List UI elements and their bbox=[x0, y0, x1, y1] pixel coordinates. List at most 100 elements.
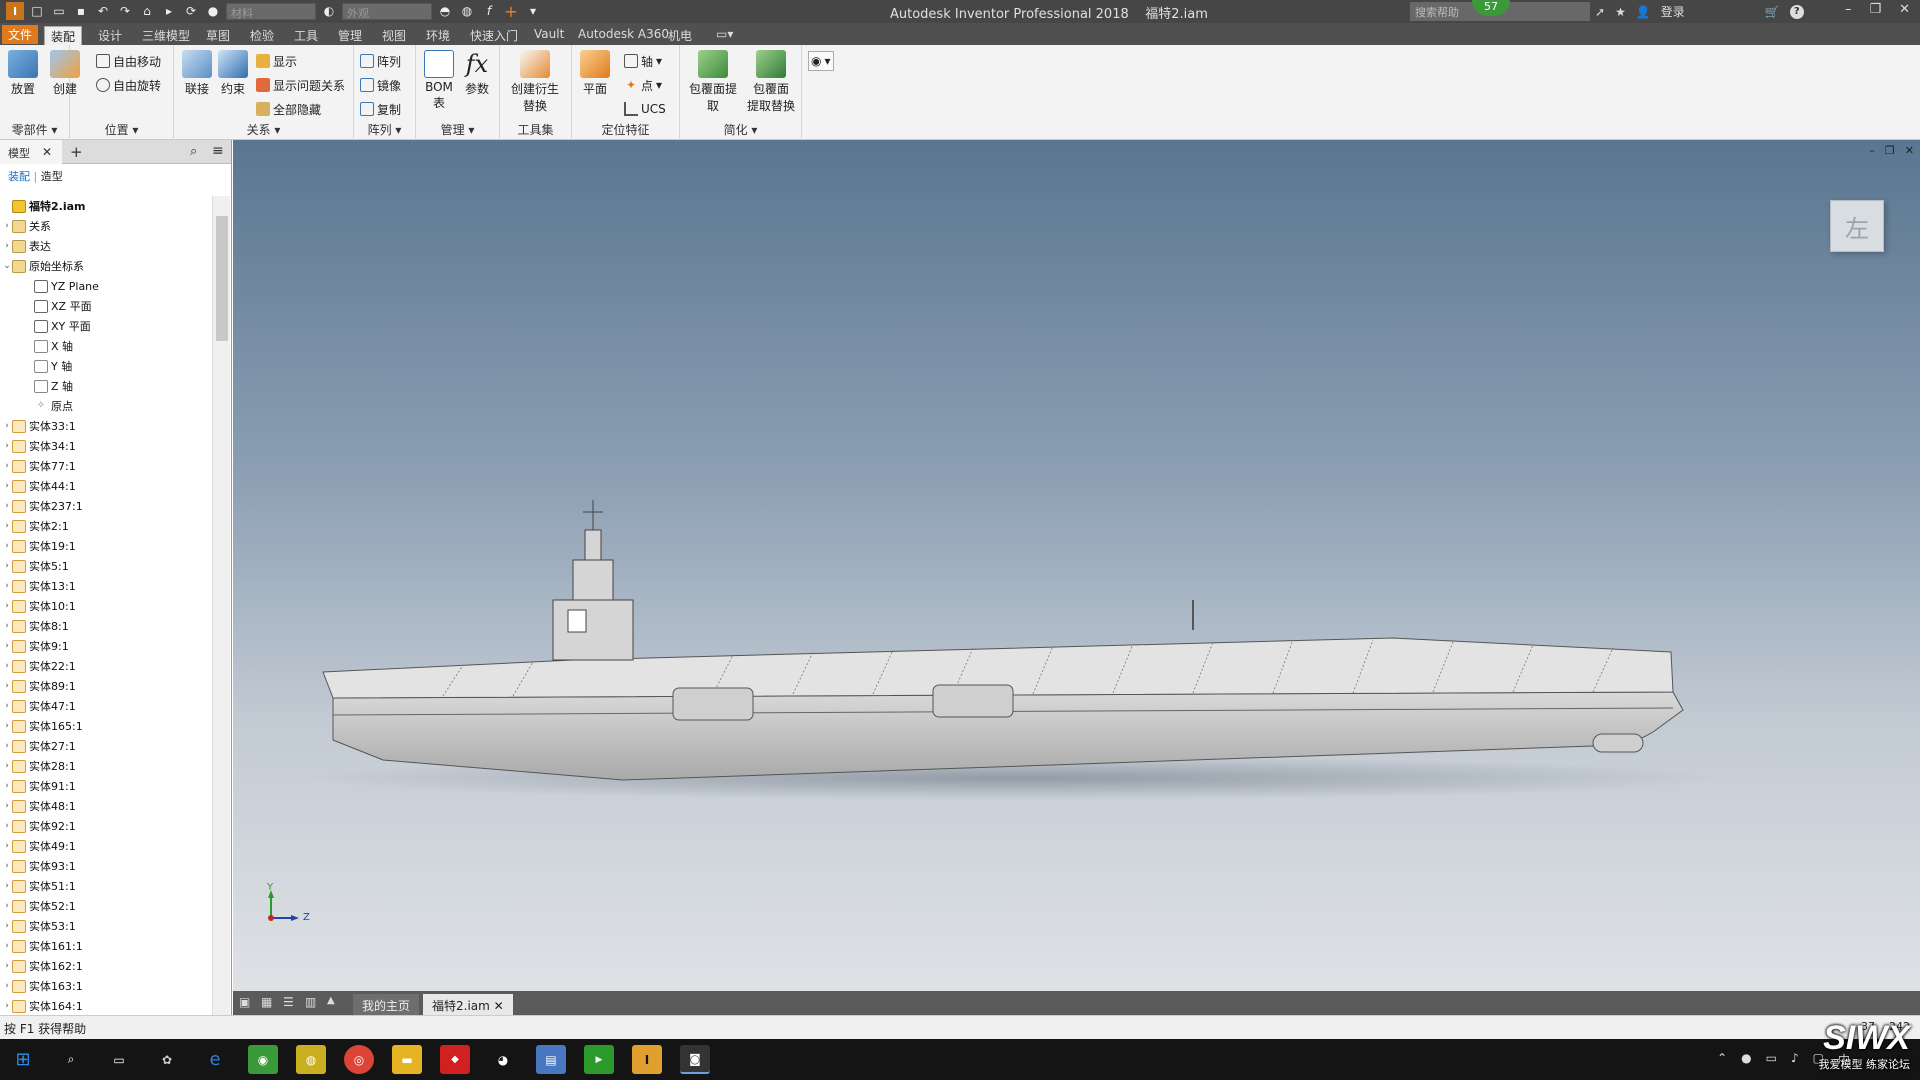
point-button[interactable]: ✦ 点 ▾ bbox=[624, 75, 662, 95]
expand-icon[interactable]: › bbox=[2, 921, 12, 931]
material-dropdown[interactable]: 材料 bbox=[226, 2, 316, 20]
yellow-app-icon[interactable]: ◍ bbox=[296, 1045, 326, 1074]
expand-icon[interactable]: › bbox=[2, 741, 12, 751]
expand-icon[interactable]: › bbox=[2, 1001, 12, 1011]
expand-icon[interactable]: › bbox=[2, 241, 12, 251]
tree-node[interactable]: › 实体77:1 bbox=[0, 456, 212, 476]
pinwheel-app-icon[interactable]: ✿ bbox=[152, 1045, 182, 1074]
tree-node[interactable]: Y 轴 bbox=[0, 356, 212, 376]
plane-button[interactable]: 平面 bbox=[576, 50, 614, 97]
viewcube[interactable]: 左 bbox=[1830, 200, 1884, 252]
constrain-button[interactable]: 约束 bbox=[214, 50, 252, 97]
expand-icon[interactable]: › bbox=[2, 581, 12, 591]
tab-home[interactable]: 我的主页 bbox=[353, 994, 420, 1015]
expand-icon[interactable]: › bbox=[2, 761, 12, 771]
tree-node[interactable]: › 实体165:1 bbox=[0, 716, 212, 736]
panel-title-component[interactable]: 零部件 ▾ bbox=[0, 121, 69, 138]
tree-node[interactable]: 福特2.iam bbox=[0, 196, 212, 216]
subtab-assembly[interactable]: 装配 bbox=[8, 170, 30, 183]
tree-node[interactable]: › 实体8:1 bbox=[0, 616, 212, 636]
expand-icon[interactable]: › bbox=[2, 421, 12, 431]
menu-icon[interactable]: ≡ bbox=[212, 143, 224, 159]
mirror-button[interactable]: 镜像 bbox=[360, 75, 401, 95]
tray-network-app-icon[interactable]: ● bbox=[1741, 1051, 1751, 1068]
expand-icon[interactable]: › bbox=[2, 481, 12, 491]
tree-node[interactable]: › 实体52:1 bbox=[0, 896, 212, 916]
tree-node[interactable]: ⌄ 原始坐标系 bbox=[0, 256, 212, 276]
tree-node[interactable]: › 实体93:1 bbox=[0, 856, 212, 876]
up-icon[interactable]: ▲ bbox=[327, 995, 335, 1006]
tab-5[interactable]: 检验 bbox=[244, 26, 280, 45]
expand-icon[interactable]: › bbox=[2, 821, 12, 831]
tab-4[interactable]: 草图 bbox=[200, 26, 236, 45]
expand-icon[interactable]: › bbox=[2, 601, 12, 611]
horizontal-icon[interactable]: ☰ bbox=[283, 995, 294, 1009]
place-button[interactable]: 放置 bbox=[4, 50, 42, 97]
tab-9[interactable]: 环境 bbox=[420, 26, 456, 45]
copy-button[interactable]: 复制 bbox=[360, 99, 401, 119]
panel-title-simplification[interactable]: 简化 ▾ bbox=[680, 121, 801, 138]
tree-node[interactable]: › 实体51:1 bbox=[0, 876, 212, 896]
tab-1[interactable]: 装配 bbox=[44, 26, 83, 45]
open-icon[interactable]: ▭ bbox=[50, 2, 68, 20]
expand-icon[interactable]: › bbox=[2, 881, 12, 891]
tree-node[interactable]: › 实体28:1 bbox=[0, 756, 212, 776]
hide-all-button[interactable]: 全部隐藏 bbox=[256, 99, 321, 119]
search-icon[interactable]: ⌕ bbox=[56, 1045, 86, 1074]
tree-node[interactable]: › 实体10:1 bbox=[0, 596, 212, 616]
tree-node[interactable]: YZ Plane bbox=[0, 276, 212, 296]
expand-icon[interactable]: › bbox=[2, 841, 12, 851]
show-button[interactable]: 显示 bbox=[256, 51, 297, 71]
volume-icon[interactable]: ♪ bbox=[1791, 1051, 1799, 1068]
appearance-dropdown[interactable]: 外观 bbox=[342, 2, 432, 20]
panel-title-manage[interactable]: 管理 ▾ bbox=[416, 121, 499, 138]
tree-node[interactable]: › 实体47:1 bbox=[0, 696, 212, 716]
pointer-icon[interactable]: ➚ bbox=[1595, 5, 1605, 19]
tab-11[interactable]: Vault bbox=[528, 26, 570, 45]
redo-icon[interactable]: ↷ bbox=[116, 2, 134, 20]
subtab-modeling[interactable]: 造型 bbox=[41, 170, 63, 183]
add-tab-icon[interactable]: + bbox=[70, 143, 83, 161]
tree-node[interactable]: › 实体13:1 bbox=[0, 576, 212, 596]
expand-icon[interactable]: › bbox=[2, 801, 12, 811]
tab-10[interactable]: 快速入门 bbox=[464, 26, 524, 45]
user-icon[interactable]: 👤 bbox=[1636, 5, 1651, 19]
axis-button[interactable]: 轴 ▾ bbox=[624, 51, 662, 71]
appearance-icon[interactable]: ◐ bbox=[320, 2, 338, 20]
tab-document[interactable]: 福特2.iam ✕ bbox=[423, 994, 513, 1015]
tree-node[interactable]: › 实体27:1 bbox=[0, 736, 212, 756]
tile-icon[interactable]: ▣ bbox=[239, 995, 250, 1009]
vp-close-icon[interactable]: ✕ bbox=[1905, 144, 1914, 157]
tree-node[interactable]: › 实体161:1 bbox=[0, 936, 212, 956]
fx-icon[interactable]: f bbox=[480, 2, 498, 20]
cart-icon[interactable]: 🛒 bbox=[1765, 5, 1780, 19]
browser-scrollbar[interactable] bbox=[212, 196, 230, 1015]
expand-icon[interactable]: › bbox=[2, 861, 12, 871]
tab-13[interactable]: 机电 bbox=[662, 26, 698, 45]
chrome-icon[interactable]: ◎ bbox=[344, 1045, 374, 1074]
file-explorer-icon[interactable]: ▬ bbox=[392, 1045, 422, 1074]
parameters-button[interactable]: fx 参数 bbox=[458, 50, 496, 97]
tree-node[interactable]: XZ 平面 bbox=[0, 296, 212, 316]
joint-button[interactable]: 联接 bbox=[178, 50, 216, 97]
video-app-icon[interactable]: ▶ bbox=[584, 1045, 614, 1074]
close-icon[interactable]: ✕ bbox=[42, 145, 52, 159]
green-app-icon[interactable]: ◉ bbox=[248, 1045, 278, 1074]
expand-icon[interactable]: › bbox=[2, 501, 12, 511]
restore-icon[interactable]: ❐ bbox=[1869, 2, 1881, 17]
tree-node[interactable]: › 实体48:1 bbox=[0, 796, 212, 816]
expand-icon[interactable]: › bbox=[2, 941, 12, 951]
browser-tab-model[interactable]: 模型 bbox=[0, 140, 62, 164]
tray-up-icon[interactable]: ⌃ bbox=[1717, 1051, 1727, 1068]
expand-icon[interactable]: ⌄ bbox=[2, 261, 12, 271]
expand-icon[interactable]: › bbox=[2, 901, 12, 911]
tree-node[interactable]: › 实体34:1 bbox=[0, 436, 212, 456]
clear-icon[interactable]: ◍ bbox=[458, 2, 476, 20]
panel-title-work-features[interactable]: 定位特征 bbox=[572, 121, 679, 138]
pattern-button[interactable]: 阵列 bbox=[360, 51, 401, 71]
vp-restore-icon[interactable]: ❐ bbox=[1885, 144, 1895, 157]
bom-button[interactable]: BOM 表 bbox=[420, 50, 458, 111]
ucs-button[interactable]: UCS bbox=[624, 99, 666, 119]
tree-node[interactable]: › 实体92:1 bbox=[0, 816, 212, 836]
expand-icon[interactable]: › bbox=[2, 561, 12, 571]
